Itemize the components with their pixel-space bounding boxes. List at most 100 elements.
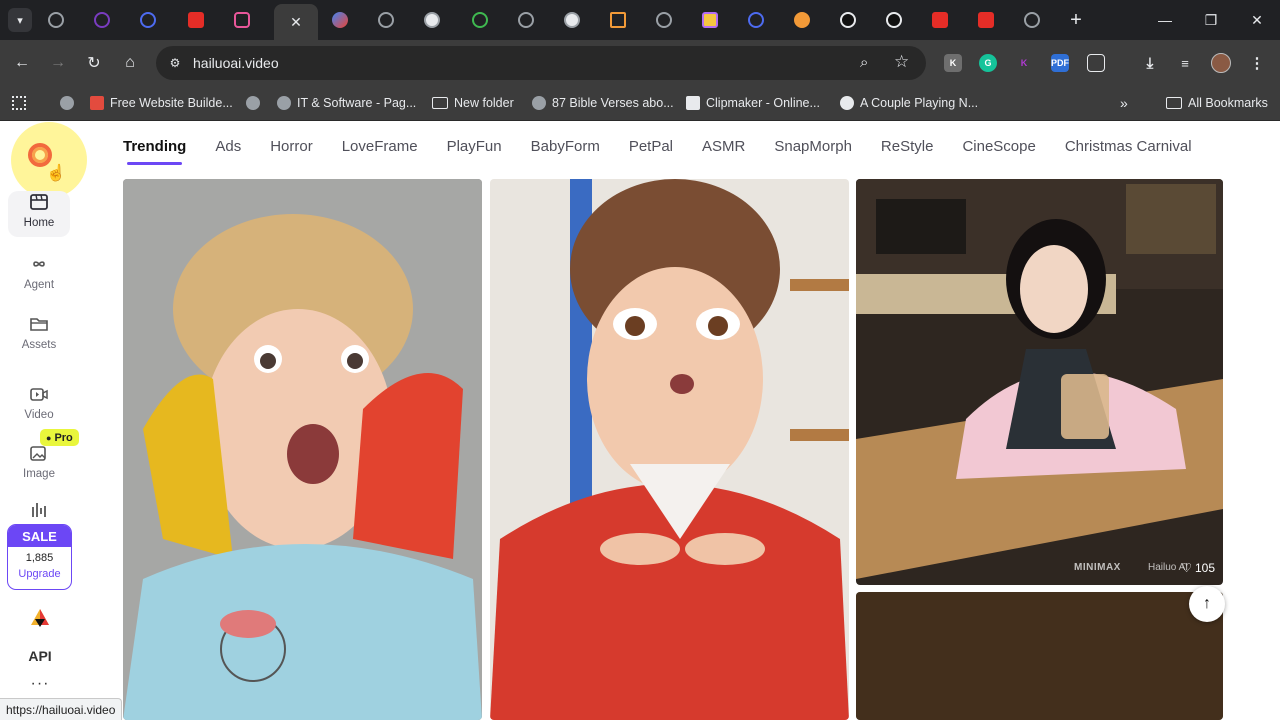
- sidebar-item-image[interactable]: Image: [8, 442, 70, 492]
- browser-tab[interactable]: [826, 6, 870, 34]
- zoom-icon[interactable]: ⌕: [860, 54, 868, 71]
- tab-snapmorph[interactable]: SnapMorph: [774, 131, 852, 161]
- bookmark-globe[interactable]: [246, 93, 260, 113]
- sidebar-item-assets[interactable]: Assets: [8, 313, 70, 363]
- scroll-to-top-button[interactable]: ↑: [1189, 586, 1225, 622]
- browser-tab[interactable]: [126, 6, 170, 34]
- extension-icon[interactable]: K: [1015, 54, 1033, 72]
- tab-horror[interactable]: Horror: [270, 131, 313, 161]
- browser-tab[interactable]: [220, 6, 264, 34]
- moon-icon: ●: [46, 432, 52, 443]
- api-logo-icon[interactable]: [29, 607, 51, 629]
- active-browser-tab[interactable]: ✕: [274, 4, 318, 40]
- profile-avatar[interactable]: [1211, 53, 1231, 73]
- clipmaker-icon: [686, 96, 700, 110]
- bookmark-item[interactable]: New folder: [432, 93, 514, 113]
- tab-restyle[interactable]: ReStyle: [881, 131, 934, 161]
- tab-trending[interactable]: Trending: [123, 131, 186, 165]
- browser-tab[interactable]: [174, 6, 218, 34]
- back-button[interactable]: ←: [10, 51, 34, 75]
- chrome-menu-icon[interactable]: ⋮: [1248, 54, 1266, 72]
- browser-tab[interactable]: [918, 6, 962, 34]
- browser-tab[interactable]: [318, 6, 362, 34]
- more-icon[interactable]: ···: [0, 675, 80, 693]
- close-window-button[interactable]: ✕: [1242, 8, 1272, 32]
- apps-grid-icon[interactable]: [12, 93, 26, 113]
- bookmark-globe[interactable]: [60, 93, 74, 113]
- browser-tab[interactable]: [34, 6, 78, 34]
- browser-tab[interactable]: [688, 6, 732, 34]
- video-thumbnail: [856, 179, 1223, 585]
- sidebar-item-home[interactable]: Home: [8, 191, 70, 237]
- tab-ads[interactable]: Ads: [215, 131, 241, 161]
- tab-loveframe[interactable]: LoveFrame: [342, 131, 418, 161]
- bookmark-star-icon[interactable]: ☆: [894, 52, 909, 72]
- browser-tab[interactable]: [80, 6, 124, 34]
- all-bookmarks[interactable]: All Bookmarks: [1166, 93, 1268, 113]
- close-tab-icon[interactable]: ✕: [290, 14, 302, 31]
- maximize-button[interactable]: ❐: [1196, 8, 1226, 32]
- tab-asmr[interactable]: ASMR: [702, 131, 745, 161]
- sale-upgrade-card[interactable]: SALE 1,885 Upgrade: [7, 524, 72, 590]
- site-icon: [564, 12, 580, 28]
- api-label[interactable]: API: [0, 648, 80, 664]
- sale-count: 1,885: [25, 552, 54, 564]
- all-bookmarks-label: All Bookmarks: [1188, 96, 1268, 110]
- bookmarks-overflow-button[interactable]: »: [1120, 93, 1128, 113]
- pdf-extension-icon[interactable]: PDF: [1051, 54, 1069, 72]
- minimize-button[interactable]: —: [1150, 8, 1180, 32]
- sidebar-item-video[interactable]: Video: [8, 383, 70, 433]
- browser-tab[interactable]: [458, 6, 502, 34]
- upgrade-link[interactable]: Upgrade: [8, 568, 71, 580]
- forward-button[interactable]: →: [46, 51, 70, 75]
- browser-tab[interactable]: [642, 6, 686, 34]
- media-control-icon[interactable]: ≡: [1176, 54, 1194, 72]
- bookmark-item[interactable]: Free Website Builde...: [90, 93, 233, 113]
- bookmark-item[interactable]: A Couple Playing N...: [840, 93, 978, 113]
- new-tab-button[interactable]: +: [1064, 8, 1088, 32]
- home-button[interactable]: ⌂: [118, 51, 142, 75]
- browser-tab[interactable]: [780, 6, 824, 34]
- folder-icon: [432, 97, 448, 109]
- tab-christmas-carnival[interactable]: Christmas Carnival: [1065, 131, 1192, 161]
- browser-tab[interactable]: [504, 6, 548, 34]
- youtube-icon: [978, 12, 994, 28]
- browser-tab-bar: ▾ ✕ + — ❐ ✕: [0, 0, 1280, 40]
- download-icon[interactable]: ⤓: [1141, 54, 1159, 72]
- left-sidebar: ☝ Home Agent Assets Video ● Pro Image SA…: [0, 121, 87, 720]
- browser-tab[interactable]: [964, 6, 1008, 34]
- site-icon: [610, 12, 626, 28]
- browser-tab[interactable]: [364, 6, 408, 34]
- globe-icon: [277, 96, 291, 110]
- bookmark-item[interactable]: Clipmaker - Online...: [686, 93, 820, 113]
- video-card-woman-cafe[interactable]: MINIMAX Hailuo AI ♡ 105: [856, 179, 1223, 585]
- video-card-cartoon-woman[interactable]: [490, 179, 849, 720]
- reload-button[interactable]: ↻: [82, 51, 106, 75]
- browser-tab[interactable]: [550, 6, 594, 34]
- video-card-child-painted-hands[interactable]: [123, 179, 482, 720]
- tab-babyform[interactable]: BabyForm: [531, 131, 600, 161]
- browser-tab[interactable]: [1010, 6, 1054, 34]
- sidebar-item-audio[interactable]: [8, 499, 70, 523]
- browser-tab[interactable]: [596, 6, 640, 34]
- address-url[interactable]: hailuoai.video: [193, 55, 279, 71]
- bookmark-item[interactable]: 87 Bible Verses abo...: [532, 93, 674, 113]
- tab-playfun[interactable]: PlayFun: [447, 131, 502, 161]
- extension-icon[interactable]: K: [944, 54, 962, 72]
- sidebar-item-agent[interactable]: Agent: [8, 253, 70, 303]
- browser-tab[interactable]: [410, 6, 454, 34]
- video-card-dark[interactable]: [856, 592, 1223, 720]
- browser-tab[interactable]: [872, 6, 916, 34]
- upwork-icon: [840, 12, 856, 28]
- bookmark-item[interactable]: IT & Software - Pag...: [277, 93, 416, 113]
- site-info-icon[interactable]: ⚙: [166, 54, 184, 72]
- browser-tab[interactable]: [734, 6, 778, 34]
- address-bar[interactable]: ⚙ hailuoai.video ⌕ ☆: [156, 46, 926, 80]
- tab-cinescope[interactable]: CineScope: [962, 131, 1035, 161]
- extensions-puzzle-icon[interactable]: [1087, 54, 1105, 72]
- tab-search-button[interactable]: ▾: [8, 8, 32, 32]
- tab-petpal[interactable]: PetPal: [629, 131, 673, 161]
- like-count[interactable]: ♡ 105: [1181, 561, 1215, 575]
- site-icon: [424, 12, 440, 28]
- grammarly-icon[interactable]: G: [979, 54, 997, 72]
